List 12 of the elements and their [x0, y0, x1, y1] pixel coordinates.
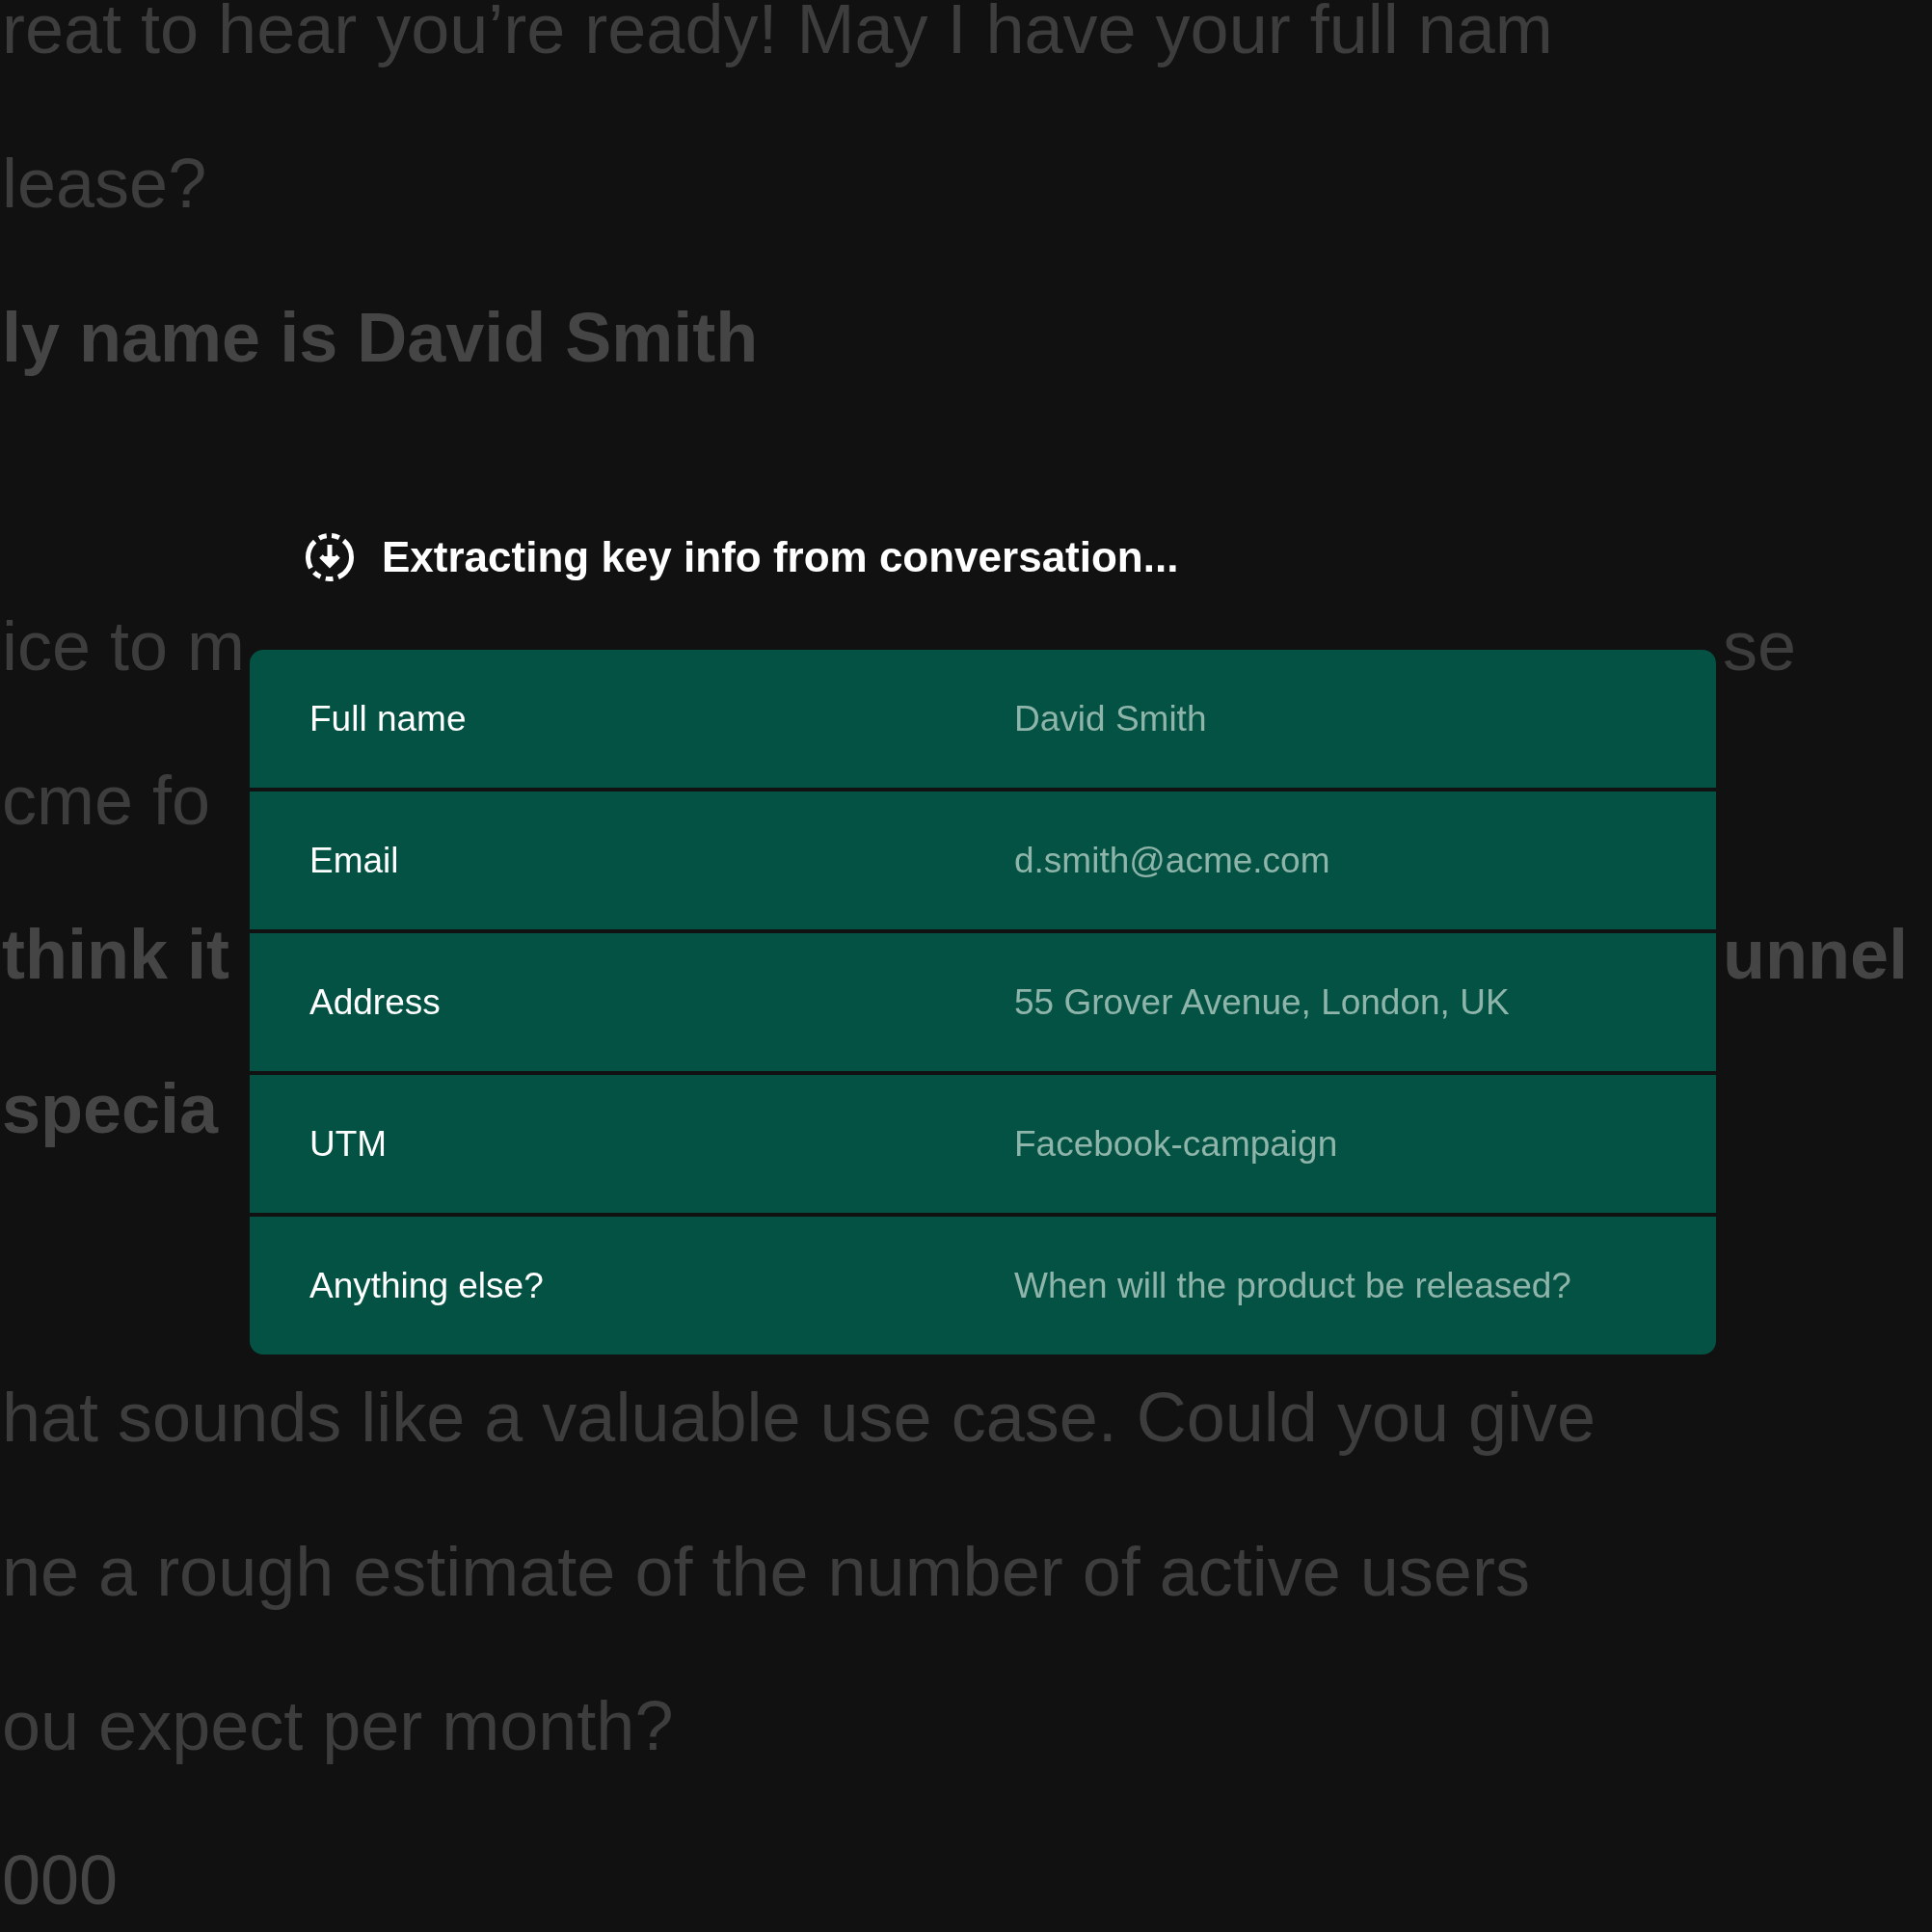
field-value: Facebook-campaign — [1014, 1123, 1338, 1165]
field-value: d.smith@acme.com — [1014, 840, 1330, 881]
field-value: 55 Grover Avenue, London, UK — [1014, 981, 1510, 1023]
field-label: Email — [309, 840, 400, 881]
field-value: David Smith — [1014, 698, 1207, 739]
field-value: When will the product be released? — [1014, 1265, 1571, 1306]
field-label: Full name — [309, 698, 468, 739]
overlay-title: Extracting key info from conversation... — [382, 533, 1179, 581]
field-label: Anything else? — [309, 1265, 545, 1306]
download-progress-icon — [305, 532, 355, 582]
field-label: Address — [309, 981, 442, 1023]
field-label: UTM — [309, 1123, 389, 1165]
